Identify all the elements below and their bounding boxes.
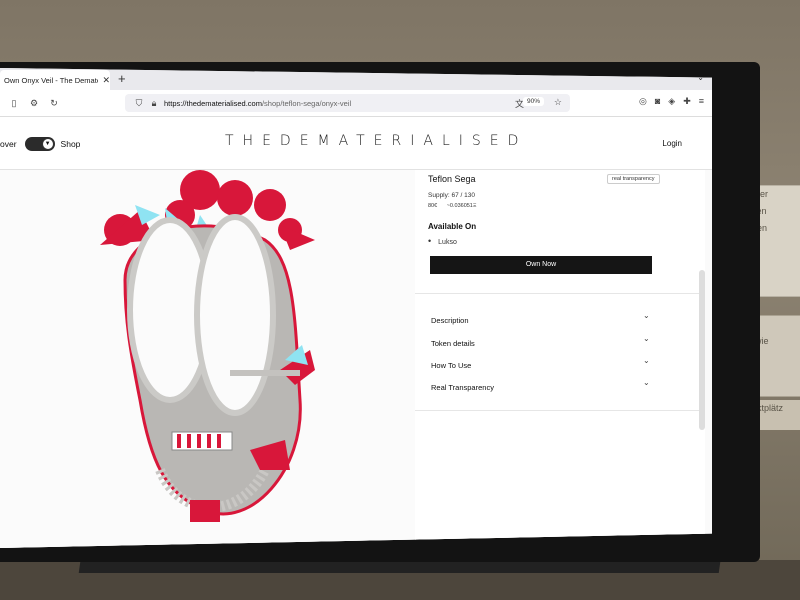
price-eur: 80€ bbox=[428, 203, 438, 209]
zoom-level[interactable]: 90% bbox=[522, 97, 544, 106]
extensions-icon[interactable]: ⚙ bbox=[28, 97, 40, 109]
url-text: https://thedematerialised.com/shop/teflo… bbox=[164, 99, 351, 108]
toggle-knob-icon: ▼ bbox=[41, 138, 54, 150]
site-logo[interactable]: THEDEMATERIALISED bbox=[225, 133, 527, 149]
price-row: 80€ ~0.036051Ξ bbox=[428, 203, 484, 209]
toolbar-right-icons: ◎ ◙ ◈ ✚ ≡ bbox=[639, 96, 704, 107]
supply-count: Supply: 67 / 130 bbox=[428, 192, 475, 199]
accordion-description[interactable]: Description bbox=[431, 316, 469, 325]
nav-discover[interactable]: over bbox=[0, 139, 17, 149]
navigation-toolbar: ▯ ⚙ ↻ ⛉ 🔒︎ https://thedematerialised.com… bbox=[0, 90, 712, 117]
extension-icon[interactable]: ✚ bbox=[683, 96, 691, 107]
divider bbox=[415, 293, 705, 294]
onyx-veil-mask-image bbox=[100, 170, 315, 522]
reload-icon[interactable]: ↻ bbox=[48, 97, 60, 109]
price-eth: ~0.036051Ξ bbox=[446, 203, 477, 209]
artist-name[interactable]: Teflon Sega bbox=[428, 174, 476, 184]
chevron-down-icon[interactable]: ⌄ bbox=[643, 356, 650, 365]
nav-shop[interactable]: Shop bbox=[61, 139, 81, 149]
product-page: Teflon Sega real transparency Supply: 67… bbox=[0, 170, 712, 548]
login-link[interactable]: Login bbox=[662, 139, 682, 148]
pocket-icon[interactable]: ◙ bbox=[655, 96, 660, 107]
shield-icon[interactable]: ⛉ bbox=[133, 97, 145, 109]
own-now-button[interactable]: Own Now bbox=[430, 256, 652, 274]
lock-icon[interactable]: 🔒︎ bbox=[148, 97, 160, 109]
address-bar[interactable]: ⛉ 🔒︎ https://thedematerialised.com/shop/… bbox=[125, 94, 570, 112]
bookmark-star-icon[interactable]: ☆ bbox=[554, 97, 562, 108]
accordion-how-to-use[interactable]: How To Use bbox=[431, 361, 471, 370]
account-icon[interactable]: ◎ bbox=[639, 96, 647, 107]
browser-window: Own Onyx Veil - The Dematerial ✕ + ⌄ ▯ ⚙… bbox=[0, 68, 712, 548]
available-on-heading: Available On bbox=[428, 222, 477, 231]
container-icon[interactable]: ◈ bbox=[668, 96, 675, 107]
chevron-down-icon[interactable]: ⌄ bbox=[643, 334, 650, 343]
accordion-token-details[interactable]: Token details bbox=[431, 339, 475, 348]
sidebar-icon[interactable]: ▯ bbox=[8, 97, 20, 109]
site-nav: over ▼ Shop bbox=[0, 137, 80, 151]
scrollbar[interactable] bbox=[699, 270, 705, 430]
product-info-panel: Teflon Sega real transparency Supply: 67… bbox=[415, 170, 705, 548]
menu-icon[interactable]: ≡ bbox=[699, 96, 704, 107]
site-header: over ▼ Shop THEDEMATERIALISED Login bbox=[0, 117, 712, 170]
chevron-down-icon[interactable]: ⌄ bbox=[643, 311, 650, 320]
close-icon[interactable]: ✕ bbox=[102, 75, 110, 86]
divider bbox=[415, 410, 705, 411]
browser-tab[interactable]: Own Onyx Veil - The Dematerial ✕ bbox=[0, 70, 110, 90]
new-tab-icon[interactable]: + bbox=[118, 71, 126, 86]
chevron-down-icon[interactable]: ⌄ bbox=[643, 378, 650, 387]
discover-shop-toggle[interactable]: ▼ bbox=[24, 137, 55, 151]
marketplace-lukso[interactable]: Lukso bbox=[428, 236, 457, 246]
accordion-real-transparency[interactable]: Real Transparency bbox=[431, 383, 494, 392]
real-transparency-badge: real transparency bbox=[607, 174, 660, 184]
url-path: /shop/teflon-sega/onyx-veil bbox=[261, 98, 352, 108]
tab-title: Own Onyx Veil - The Dematerial bbox=[4, 75, 98, 85]
product-artwork bbox=[0, 170, 416, 548]
url-domain: https://thedematerialised.com bbox=[164, 98, 262, 108]
